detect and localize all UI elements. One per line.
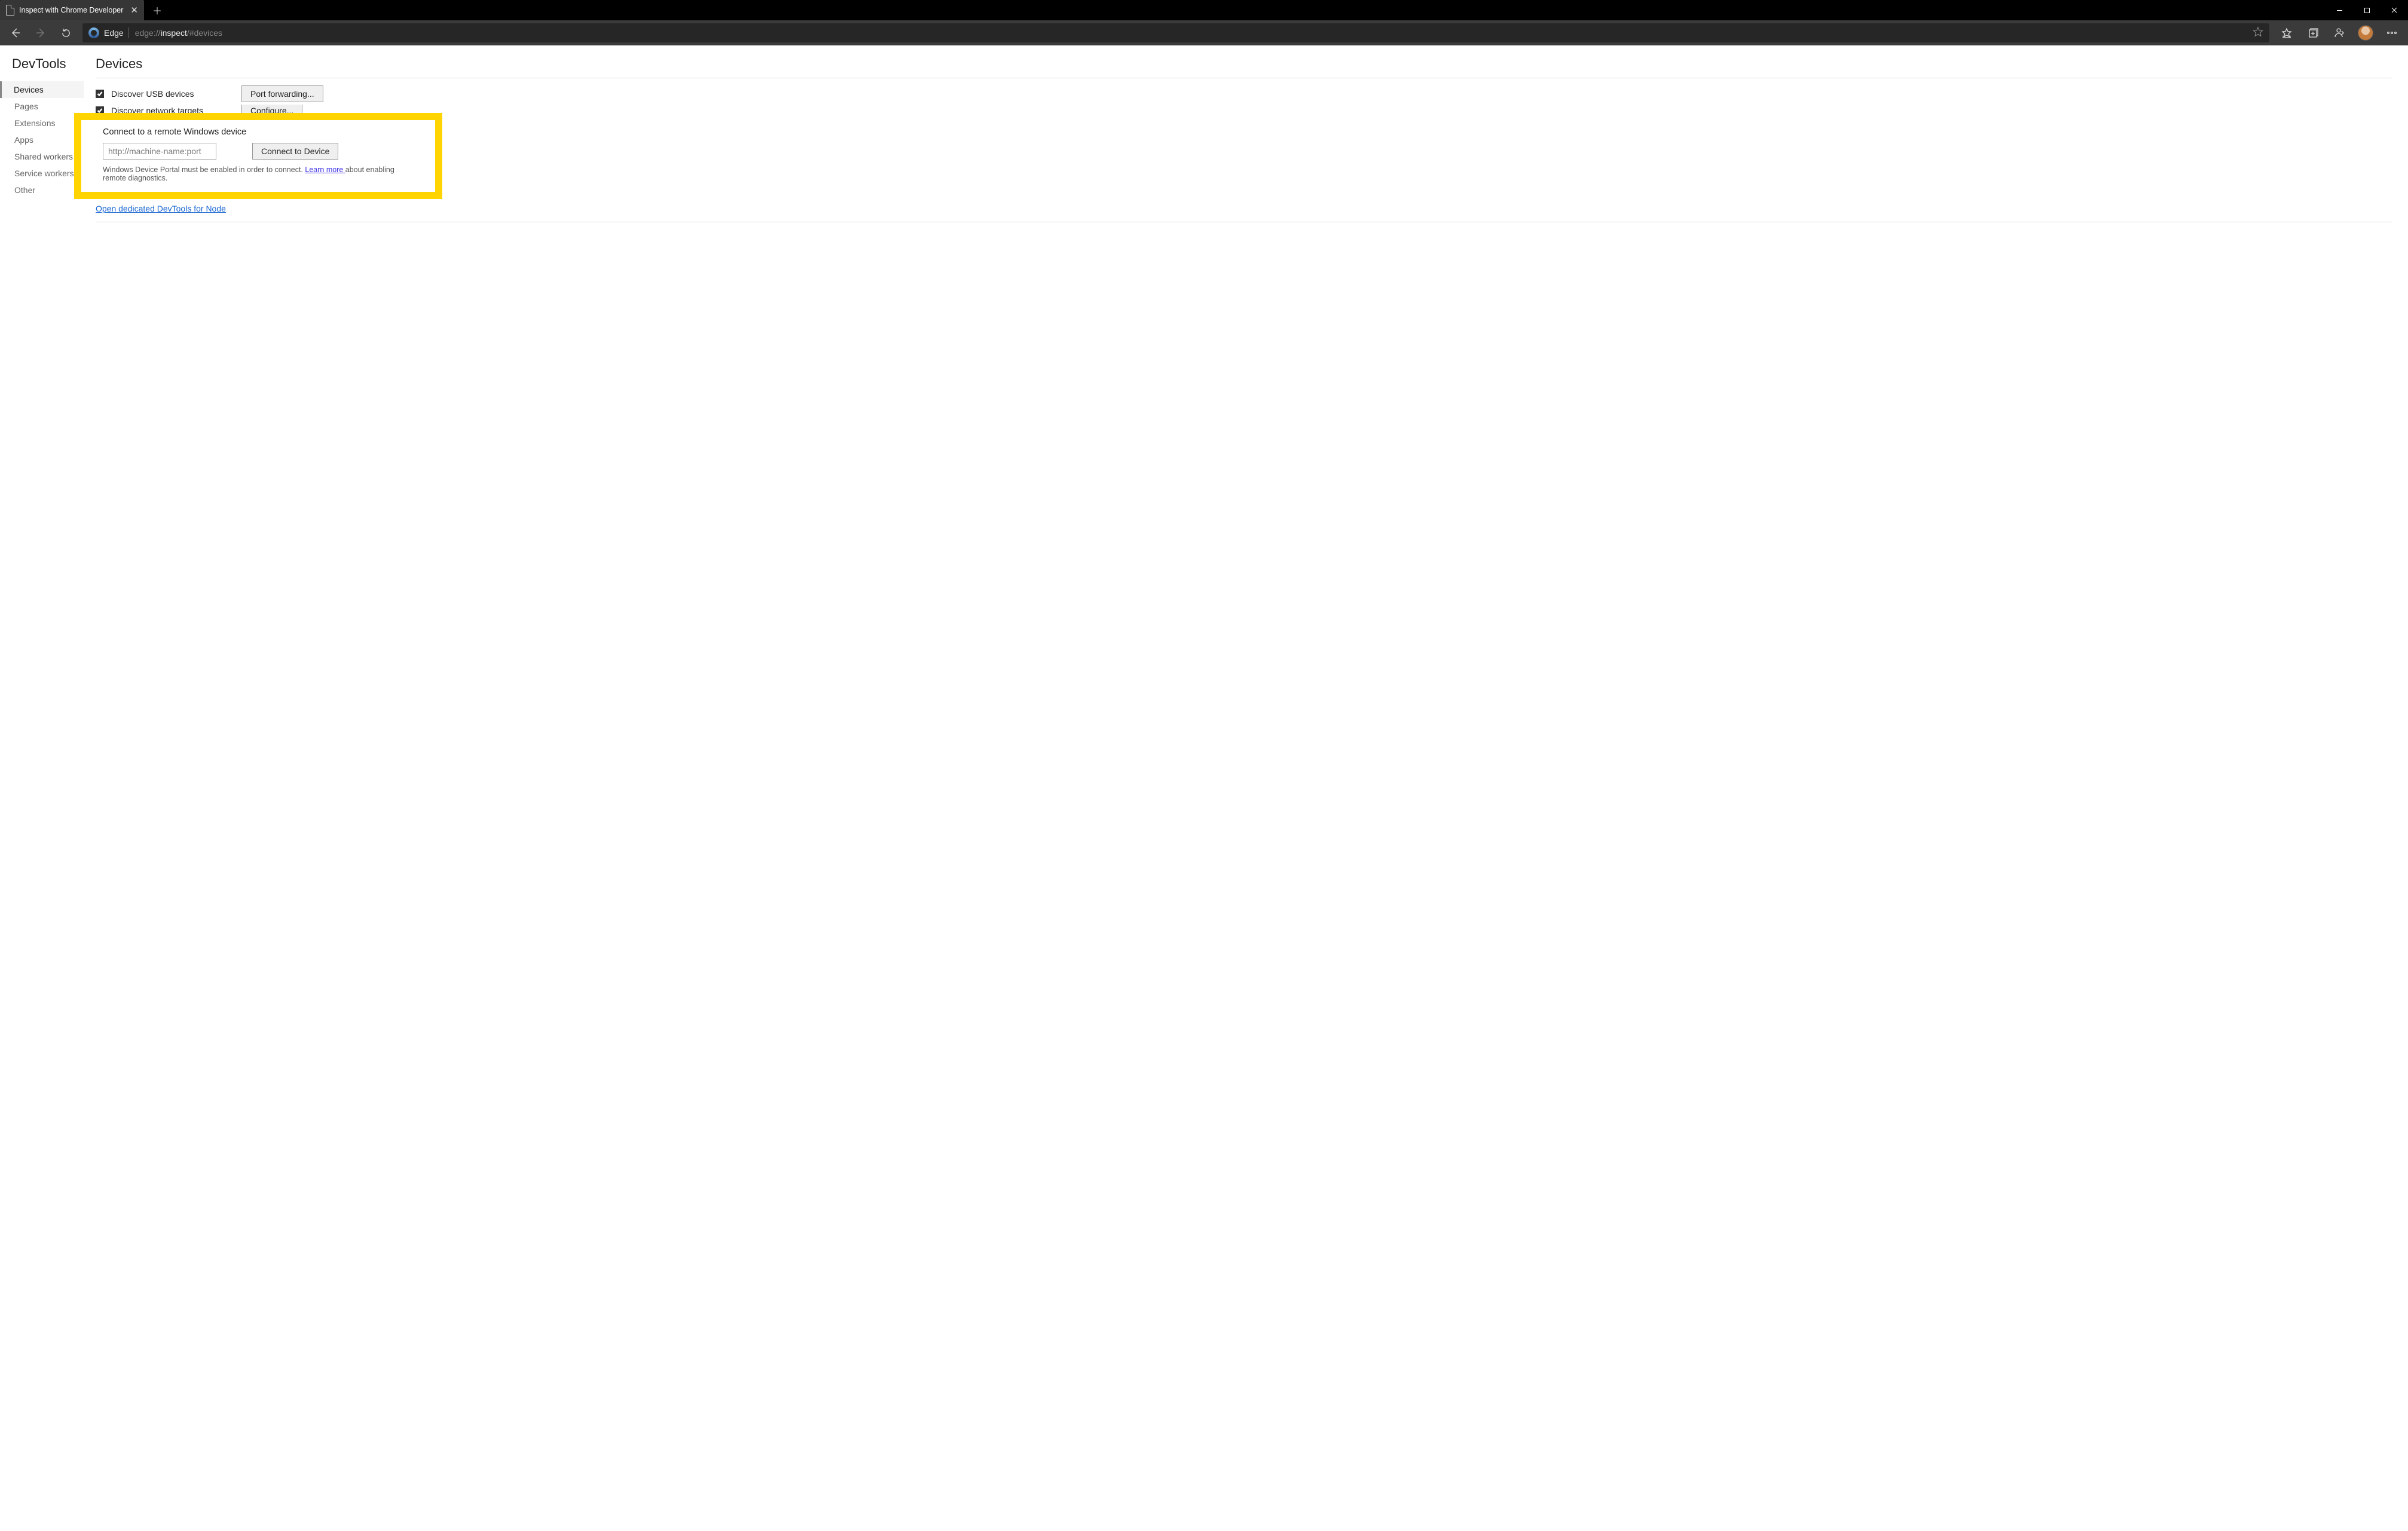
connect-to-device-button[interactable]: Connect to Device bbox=[252, 143, 338, 160]
sidebar-item-devices[interactable]: Devices bbox=[0, 81, 84, 98]
sidebar-item-service-workers[interactable]: Service workers bbox=[12, 165, 84, 182]
remote-address-input[interactable] bbox=[103, 143, 216, 160]
reload-button[interactable] bbox=[54, 21, 78, 45]
learn-more-link[interactable]: Learn more bbox=[305, 166, 345, 174]
page-title: Devices bbox=[96, 56, 2392, 72]
remote-connect-title: Connect to a remote Windows device bbox=[103, 127, 414, 137]
main-panel: Devices Discover USB devices Port forwar… bbox=[84, 45, 2408, 1531]
sidebar-title: DevTools bbox=[12, 56, 84, 72]
window-maximize-button[interactable] bbox=[2353, 0, 2381, 20]
collections-button[interactable] bbox=[2300, 21, 2326, 45]
divider bbox=[128, 27, 129, 38]
favorites-button[interactable] bbox=[2274, 21, 2299, 45]
edge-logo-icon bbox=[88, 27, 99, 38]
tab-close-icon[interactable]: ✕ bbox=[123, 6, 138, 15]
page-content: DevTools Devices Pages Extensions Apps S… bbox=[0, 45, 2408, 1531]
browser-toolbar: Edge edge://inspect/#devices bbox=[0, 20, 2408, 45]
browser-tab[interactable]: Inspect with Chrome Developer ✕ bbox=[0, 0, 144, 20]
port-forwarding-button[interactable]: Port forwarding... bbox=[241, 85, 323, 102]
favorite-star-icon[interactable] bbox=[2253, 26, 2263, 40]
sidebar-item-other[interactable]: Other bbox=[12, 182, 84, 198]
window-titlebar: Inspect with Chrome Developer ✕ ＋ bbox=[0, 0, 2408, 20]
engine-label: Edge bbox=[104, 28, 124, 38]
sidebar-item-shared-workers[interactable]: Shared workers bbox=[12, 148, 84, 165]
open-node-devtools-link[interactable]: Open dedicated DevTools for Node bbox=[96, 204, 226, 213]
discover-usb-checkbox[interactable] bbox=[96, 90, 104, 98]
devtools-sidebar: DevTools Devices Pages Extensions Apps S… bbox=[0, 45, 84, 1531]
window-minimize-button[interactable] bbox=[2326, 0, 2353, 20]
page-icon bbox=[6, 5, 14, 16]
discover-usb-row: Discover USB devices Port forwarding... bbox=[96, 85, 2392, 102]
sidebar-item-pages[interactable]: Pages bbox=[12, 98, 84, 115]
remote-connect-highlight: Connect to a remote Windows device Conne… bbox=[74, 113, 442, 199]
remote-hint-text: Windows Device Portal must be enabled in… bbox=[103, 166, 414, 182]
sidebar-item-extensions[interactable]: Extensions bbox=[12, 115, 84, 131]
user-avatar[interactable] bbox=[2358, 25, 2373, 41]
tab-title: Inspect with Chrome Developer bbox=[19, 6, 123, 14]
window-close-button[interactable] bbox=[2381, 0, 2408, 20]
back-button[interactable] bbox=[4, 21, 27, 45]
forward-button[interactable] bbox=[29, 21, 53, 45]
address-bar[interactable]: Edge edge://inspect/#devices bbox=[82, 23, 2269, 42]
new-tab-button[interactable]: ＋ bbox=[144, 3, 170, 17]
sidebar-item-apps[interactable]: Apps bbox=[12, 131, 84, 148]
discover-usb-label: Discover USB devices bbox=[111, 89, 194, 99]
more-menu-button[interactable] bbox=[2379, 21, 2404, 45]
profile-badge-button[interactable] bbox=[2327, 21, 2352, 45]
url-text: edge://inspect/#devices bbox=[135, 28, 222, 38]
